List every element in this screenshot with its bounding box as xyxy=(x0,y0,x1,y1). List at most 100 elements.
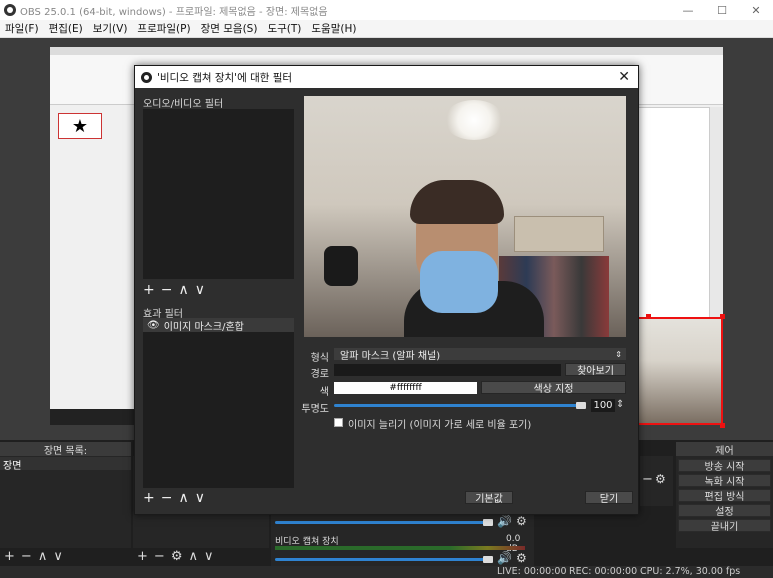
audio-mixer: 🔊 ⚙ 비디오 캡쳐 장치 0.0 dB 🔊 ⚙ xyxy=(271,510,534,568)
status-bar: LIVE: 00:00:00 REC: 00:00:00 CPU: 2.7%, … xyxy=(0,566,773,578)
gear-icon[interactable]: ⚙ xyxy=(171,549,183,564)
move-up-icon[interactable]: ∧ xyxy=(178,490,188,506)
close-button[interactable]: 닫기 xyxy=(585,491,633,505)
captured-taskbar xyxy=(50,409,140,425)
remove-icon[interactable]: − xyxy=(161,490,173,506)
av-filters-label: 오디오/비디오 필터 xyxy=(143,99,224,110)
transitions-dock: − ⚙ xyxy=(640,456,673,506)
rec-time: REC: 00:00:00 xyxy=(569,566,638,577)
type-label: 형식 xyxy=(310,353,329,364)
volume-slider[interactable] xyxy=(275,558,489,561)
remove-icon[interactable]: − xyxy=(161,282,173,298)
start-streaming-button[interactable]: 방송 시작 xyxy=(678,459,771,473)
add-icon[interactable]: + xyxy=(143,490,155,506)
gear-icon[interactable]: ⚙ xyxy=(655,472,666,486)
live-time: LIVE: 00:00:00 xyxy=(497,566,567,577)
volume-slider-knob[interactable] xyxy=(483,556,493,563)
opacity-label: 투명도 xyxy=(301,404,329,415)
captured-app-ribbon xyxy=(50,47,723,55)
transform-handle[interactable] xyxy=(646,314,651,319)
sources-toolbar: + − ⚙ ∧ ∨ xyxy=(133,548,269,564)
scenes-toolbar: + − ∧ ∨ xyxy=(0,548,131,564)
av-filters-list[interactable] xyxy=(143,109,294,279)
ceiling-light xyxy=(444,100,504,140)
transform-handle[interactable] xyxy=(720,423,725,428)
remove-icon[interactable]: − xyxy=(21,549,32,564)
add-icon[interactable]: + xyxy=(143,282,155,298)
close-icon[interactable]: ✕ xyxy=(618,69,630,85)
effect-filters-toolbar: + − ∧ ∨ xyxy=(143,490,205,506)
move-up-icon[interactable]: ∧ xyxy=(178,282,188,298)
opacity-input[interactable]: 100 xyxy=(591,399,615,412)
add-icon[interactable]: + xyxy=(137,549,148,564)
color-label: 색 xyxy=(319,387,329,398)
menu-bar: 파일(F) 편집(E) 보기(V) 프로파일(P) 장면 모음(S) 도구(T)… xyxy=(0,20,773,38)
move-down-icon[interactable]: ∨ xyxy=(195,282,205,298)
menu-scene-collection[interactable]: 장면 모음(S) xyxy=(196,21,263,36)
background-shelf xyxy=(514,216,604,252)
exit-button[interactable]: 끝내기 xyxy=(678,519,771,533)
volume-slider-knob[interactable] xyxy=(483,519,493,526)
window-titlebar: OBS 25.0.1 (64-bit, windows) - 프로파일: 제목없… xyxy=(0,0,773,20)
controls-dock-header: 제어 xyxy=(676,442,773,457)
color-value: #ffffffff xyxy=(334,382,477,394)
move-up-icon[interactable]: ∧ xyxy=(38,549,48,564)
dialog-title: '비디오 캡쳐 장치'에 대한 필터 xyxy=(157,71,293,84)
filter-preview xyxy=(304,96,626,337)
browse-button[interactable]: 찾아보기 xyxy=(565,363,626,377)
type-select[interactable]: 알파 마스크 (알파 채널) ⇕ xyxy=(334,348,626,362)
person-hair xyxy=(410,180,504,224)
speaker-icon[interactable]: 🔊 xyxy=(497,514,512,528)
settings-button[interactable]: 설정 xyxy=(678,504,771,518)
add-icon[interactable]: + xyxy=(4,549,15,564)
dialog-titlebar: '비디오 캡쳐 장치'에 대한 필터 ✕ xyxy=(135,66,638,88)
minimize-button[interactable]: — xyxy=(671,0,705,20)
stretch-checkbox[interactable] xyxy=(334,418,343,427)
scene-item[interactable]: 장면 xyxy=(0,457,131,472)
cpu-fps: CPU: 2.7%, 30.00 fps xyxy=(640,566,741,577)
close-window-button[interactable]: ✕ xyxy=(739,0,773,20)
av-filters-toolbar: + − ∧ ∨ xyxy=(143,282,205,298)
background-bag xyxy=(324,246,358,286)
move-up-icon[interactable]: ∧ xyxy=(188,549,198,564)
remove-icon[interactable]: − xyxy=(642,472,653,487)
menu-help[interactable]: 도움말(H) xyxy=(306,21,361,36)
chevron-updown-icon: ⇕ xyxy=(615,349,622,359)
defaults-button[interactable]: 기본값 xyxy=(465,491,513,505)
move-down-icon[interactable]: ∨ xyxy=(195,490,205,506)
menu-file[interactable]: 파일(F) xyxy=(0,21,44,36)
spin-arrows-icon[interactable]: ⇕ xyxy=(616,399,624,410)
filters-dialog: '비디오 캡쳐 장치'에 대한 필터 ✕ 오디오/비디오 필터 + − ∧ ∨ … xyxy=(134,65,639,515)
window-title: OBS 25.0.1 (64-bit, windows) - 프로파일: 제목없… xyxy=(20,6,328,18)
list-item[interactable]: 👁 이미지 마스크/혼합 xyxy=(143,318,294,333)
remove-icon[interactable]: − xyxy=(154,549,165,564)
select-color-button[interactable]: 색상 지정 xyxy=(481,381,626,395)
opacity-slider[interactable] xyxy=(334,404,586,407)
person-mask xyxy=(420,251,498,313)
obs-logo-icon xyxy=(141,71,152,83)
path-label: 경로 xyxy=(310,369,329,380)
menu-edit[interactable]: 편집(E) xyxy=(44,21,88,36)
gear-icon[interactable]: ⚙ xyxy=(516,514,527,528)
transform-handle[interactable] xyxy=(720,314,725,319)
volume-slider[interactable] xyxy=(275,521,489,524)
menu-profile[interactable]: 프로파일(P) xyxy=(132,21,195,36)
move-down-icon[interactable]: ∨ xyxy=(53,549,63,564)
captured-slide-thumbnail: ★ xyxy=(58,113,102,139)
gear-icon[interactable]: ⚙ xyxy=(516,551,527,565)
eye-icon[interactable]: 👁 xyxy=(147,320,160,331)
move-down-icon[interactable]: ∨ xyxy=(204,549,214,564)
speaker-icon[interactable]: 🔊 xyxy=(497,551,512,565)
menu-view[interactable]: 보기(V) xyxy=(88,21,133,36)
start-recording-button[interactable]: 녹화 시작 xyxy=(678,474,771,488)
filter-name: 이미지 마스크/혼합 xyxy=(163,321,244,333)
path-input[interactable] xyxy=(334,364,561,376)
obs-logo-icon xyxy=(4,4,16,16)
studio-mode-button[interactable]: 편집 방식 xyxy=(678,489,771,503)
star-icon: ★ xyxy=(71,115,89,137)
scenes-dock-header: 장면 목록: xyxy=(0,442,131,457)
stretch-label: 이미지 늘리기 (이미지 가로 세로 비율 포기) xyxy=(348,420,532,431)
opacity-slider-knob[interactable] xyxy=(576,402,586,409)
menu-tools[interactable]: 도구(T) xyxy=(262,21,306,36)
maximize-button[interactable]: ☐ xyxy=(705,0,739,20)
